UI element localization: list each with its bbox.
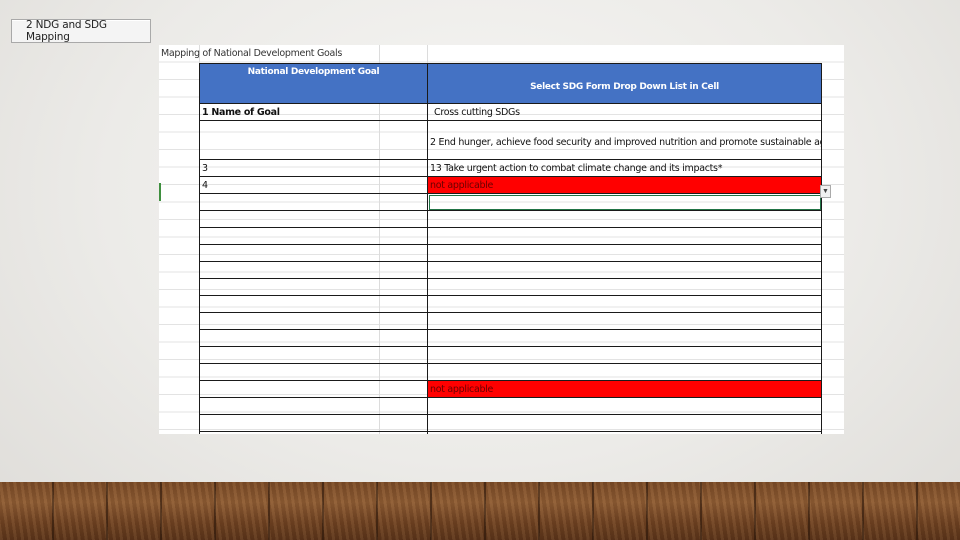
- table-row: [199, 244, 822, 262]
- table-row: [199, 363, 822, 381]
- mapping-table: National Development Goal Select SDG For…: [199, 63, 822, 434]
- table-row: [199, 346, 822, 364]
- table-row: [199, 227, 822, 245]
- table-row: [199, 295, 822, 313]
- dropdown-button[interactable]: ▼: [820, 185, 831, 198]
- sheet-tab-button[interactable]: 2 NDG and SDG Mapping: [11, 19, 151, 43]
- cell-sdg[interactable]: 2 End hunger, achieve food security and …: [427, 120, 822, 160]
- cell-sdg[interactable]: [427, 363, 822, 381]
- cell-sdg[interactable]: 13 Take urgent action to combat climate …: [427, 159, 822, 177]
- cell-goal[interactable]: [199, 227, 428, 245]
- cell-sdg[interactable]: [427, 312, 822, 330]
- cell-goal[interactable]: [199, 261, 428, 279]
- row-selection-marker: [159, 183, 161, 201]
- cell-sdg[interactable]: [427, 346, 822, 364]
- cell-goal[interactable]: [199, 312, 428, 330]
- cell-goal[interactable]: [199, 431, 428, 434]
- cell-goal[interactable]: [199, 244, 428, 262]
- cell-goal[interactable]: [199, 346, 428, 364]
- table-row: [199, 431, 822, 434]
- cell-goal[interactable]: [199, 363, 428, 381]
- cell-sdg[interactable]: [427, 431, 822, 434]
- cell-goal[interactable]: [199, 295, 428, 313]
- cell-goal[interactable]: [199, 278, 428, 296]
- cell-goal[interactable]: 4: [199, 176, 428, 194]
- cell-sdg[interactable]: [427, 261, 822, 279]
- cell-goal[interactable]: [199, 329, 428, 347]
- table-row: [199, 397, 822, 415]
- cell-sdg-selected[interactable]: [427, 193, 822, 211]
- cell-sdg[interactable]: [427, 414, 822, 432]
- table-row: 2 End hunger, achieve food security and …: [199, 120, 822, 160]
- table-row: [199, 278, 822, 296]
- wood-grain-texture: [0, 482, 960, 540]
- cell-sdg[interactable]: [427, 244, 822, 262]
- cell-sdg[interactable]: [427, 227, 822, 245]
- header-select-sdg: Select SDG Form Drop Down List in Cell: [427, 63, 822, 104]
- table-row: [199, 193, 822, 211]
- cell-goal[interactable]: [199, 397, 428, 415]
- table-row: 4 not applicable: [199, 176, 822, 194]
- cell-goal[interactable]: 1 Name of Goal: [199, 103, 428, 121]
- cell-sdg[interactable]: [427, 397, 822, 415]
- cell-sdg[interactable]: not applicable: [427, 176, 822, 194]
- table-row: not applicable: [199, 380, 822, 398]
- cell-goal[interactable]: [199, 193, 428, 211]
- cell-sdg[interactable]: not applicable: [427, 380, 822, 398]
- table-row: [199, 210, 822, 228]
- sheet-tab-label: 2 NDG and SDG Mapping: [26, 19, 107, 43]
- table-row: 1 Name of Goal Cross cutting SDGs: [199, 103, 822, 121]
- cell-goal[interactable]: 3: [199, 159, 428, 177]
- table-row: [199, 261, 822, 279]
- chevron-down-icon: ▼: [822, 188, 829, 195]
- cell-sdg[interactable]: [427, 210, 822, 228]
- table-row: [199, 414, 822, 432]
- table-row: 3 13 Take urgent action to combat climat…: [199, 159, 822, 177]
- cell-goal[interactable]: [199, 380, 428, 398]
- cell-sdg[interactable]: [427, 295, 822, 313]
- cell-goal[interactable]: [199, 120, 428, 160]
- cell-sdg[interactable]: Cross cutting SDGs: [427, 103, 822, 121]
- cell-sdg[interactable]: [427, 278, 822, 296]
- cell-goal[interactable]: [199, 210, 428, 228]
- sheet-title: Mapping of National Development Goals: [161, 48, 343, 59]
- cell-goal[interactable]: [199, 414, 428, 432]
- table-header-row: National Development Goal Select SDG For…: [199, 63, 822, 104]
- header-national-goal: National Development Goal: [199, 63, 428, 104]
- table-row: [199, 329, 822, 347]
- table-row: [199, 312, 822, 330]
- cell-sdg[interactable]: [427, 329, 822, 347]
- spreadsheet[interactable]: Mapping of National Development Goals Na…: [159, 45, 844, 434]
